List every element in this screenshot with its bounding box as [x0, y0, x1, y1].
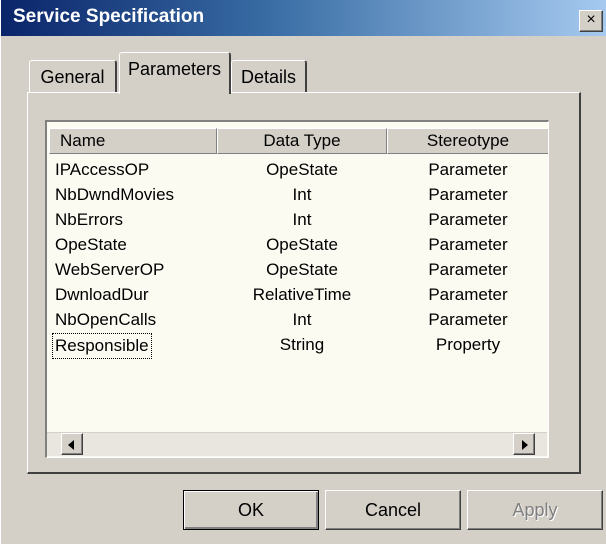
tab-details[interactable]: Details	[231, 60, 307, 94]
title-bar[interactable]: Service Specification ×	[1, 0, 606, 36]
arrow-right-icon	[522, 440, 528, 450]
table-row[interactable]: DwnloadDur RelativeTime Parameter	[47, 283, 547, 307]
cell-stereotype: Parameter	[428, 260, 508, 279]
table-row[interactable]: IPAccessOP OpeState Parameter	[47, 158, 547, 182]
cell-name: OpeState	[55, 235, 127, 254]
cell-data-type: Int	[292, 310, 312, 329]
service-specification-dialog: Service Specification × General Paramete…	[0, 0, 606, 544]
cancel-button[interactable]: Cancel	[325, 490, 461, 530]
scroll-right-button[interactable]	[513, 433, 535, 455]
cell-name: NbOpenCalls	[55, 310, 157, 329]
table-row-focused[interactable]: Responsible String Property	[47, 333, 547, 359]
cell-data-type: String	[279, 335, 325, 354]
cell-name: WebServerOP	[55, 260, 165, 279]
tab-details-label: Details	[240, 67, 297, 87]
cell-data-type: OpeState	[266, 235, 338, 254]
apply-button[interactable]: Apply	[467, 490, 603, 530]
parameters-list[interactable]: Name Data Type Stereotype IPAccessOP Ope…	[45, 120, 549, 458]
window-title: Service Specification	[13, 6, 205, 27]
table-row[interactable]: NbDwndMovies Int Parameter	[47, 183, 547, 207]
cell-stereotype: Parameter	[428, 285, 508, 304]
cell-name: IPAccessOP	[55, 160, 150, 179]
arrow-left-icon	[68, 440, 74, 450]
cell-data-type: Int	[292, 185, 312, 204]
cell-stereotype: Parameter	[428, 235, 508, 254]
cell-stereotype: Property	[435, 335, 501, 354]
cell-stereotype: Parameter	[428, 160, 508, 179]
tab-parameters[interactable]: Parameters	[119, 52, 231, 94]
cell-stereotype: Parameter	[428, 310, 508, 329]
tab-general[interactable]: General	[29, 60, 117, 94]
column-header-name[interactable]: Name	[49, 128, 217, 154]
cell-stereotype: Parameter	[428, 210, 508, 229]
cell-name: NbDwndMovies	[55, 185, 175, 204]
tab-parameters-label: Parameters	[127, 59, 222, 79]
cell-name: DwnloadDur	[55, 285, 149, 304]
table-row[interactable]: OpeState OpeState Parameter	[47, 233, 547, 257]
cell-data-type: OpeState	[266, 260, 338, 279]
cell-name: NbErrors	[55, 210, 124, 229]
horizontal-scrollbar[interactable]	[47, 432, 547, 456]
column-header-stereotype[interactable]: Stereotype	[387, 128, 548, 154]
cell-name: Responsible	[52, 333, 152, 359]
close-icon: ×	[586, 11, 596, 28]
cell-data-type: RelativeTime	[252, 285, 352, 304]
column-header-data-type[interactable]: Data Type	[217, 128, 387, 154]
cell-stereotype: Parameter	[428, 185, 508, 204]
table-row[interactable]: WebServerOP OpeState Parameter	[47, 258, 547, 282]
cell-data-type: Int	[292, 210, 312, 229]
ok-button[interactable]: OK	[183, 490, 319, 530]
close-button[interactable]: ×	[579, 10, 603, 32]
tab-general-label: General	[40, 67, 105, 87]
table-row[interactable]: NbOpenCalls Int Parameter	[47, 308, 547, 332]
scroll-left-button[interactable]	[61, 433, 83, 455]
cell-data-type: OpeState	[266, 160, 338, 179]
table-row[interactable]: NbErrors Int Parameter	[47, 208, 547, 232]
